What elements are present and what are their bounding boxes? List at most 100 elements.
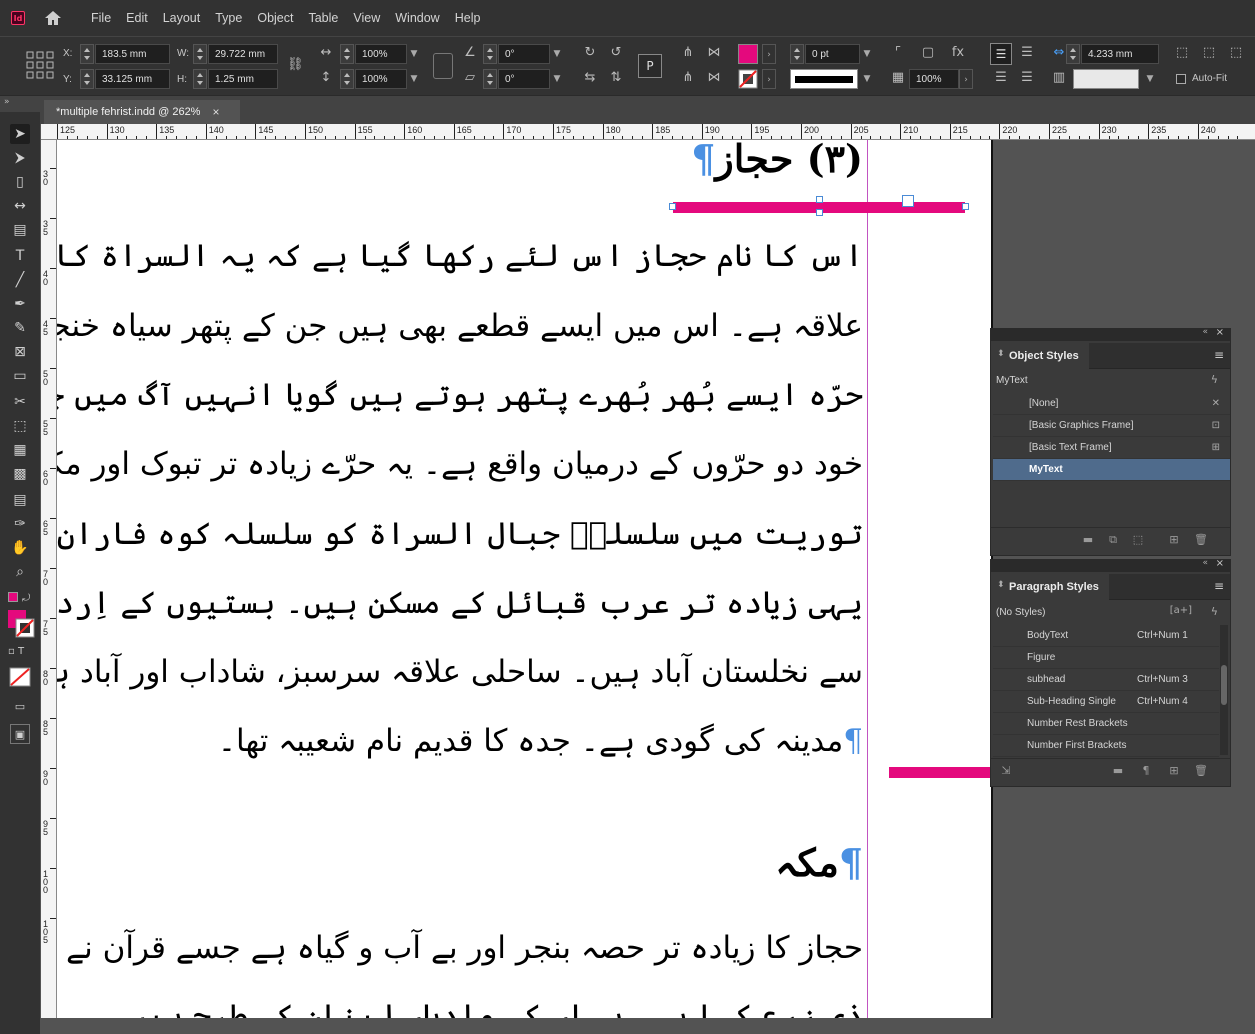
document-tab[interactable]: *multiple fehrist.indd @ 262% × <box>44 100 240 124</box>
constrain-proportions-icon[interactable]: ⛓ <box>287 57 304 73</box>
shear-stepper[interactable] <box>483 69 497 89</box>
select-content-icon[interactable]: ⋈ <box>706 45 722 61</box>
rotate-cw-icon[interactable]: ↻ <box>582 45 598 61</box>
stroke-type-field[interactable] <box>790 69 858 89</box>
line-tool-icon[interactable]: ╱ <box>10 270 30 290</box>
anchor-icon[interactable] <box>902 195 914 207</box>
paragraph-styles-tab[interactable]: Paragraph Styles <box>991 574 1109 600</box>
scale-x-field[interactable]: 100% <box>355 44 407 64</box>
lightning-icon[interactable]: ϟ <box>1211 373 1218 386</box>
load-styles-icon[interactable]: ⇲ <box>999 764 1013 778</box>
pen-tool-icon[interactable]: ✒ <box>10 294 30 314</box>
delete-style-icon[interactable]: 🗑 <box>1194 533 1208 547</box>
body-line[interactable]: ¶مدینہ کی گودی ہے۔ جدہ کا قدیم نام شعیبہ… <box>218 723 863 759</box>
panel-scrollbar[interactable] <box>1220 625 1228 755</box>
rectangle-tool-icon[interactable]: ▭ <box>10 366 30 386</box>
w-field[interactable]: 29.722 mm <box>208 44 278 64</box>
h-stepper[interactable] <box>193 69 207 89</box>
selection-handle[interactable] <box>962 203 969 210</box>
horizontal-ruler[interactable]: 125 130 135 140 145 150 155 160 165 170 175 180 185 1… <box>41 124 1255 140</box>
stroke-weight-stepper[interactable] <box>790 44 804 64</box>
menu-table[interactable]: Table <box>308 11 338 25</box>
hand-tool-icon[interactable]: ✋ <box>10 538 30 558</box>
scissors-tool-icon[interactable]: ✂ <box>10 392 30 412</box>
column-dropdown[interactable]: ▼ <box>1143 69 1157 89</box>
formatting-container-icon[interactable]: ▫ T <box>8 646 24 657</box>
screen-mode-icon[interactable]: ▣ <box>10 724 30 744</box>
body-line[interactable]: یہی زیادہ تر عرب قبائل کے مسکن ہیں۔ بستی… <box>57 585 863 621</box>
fit-frame-icon[interactable]: ⬚ <box>1174 45 1190 61</box>
default-colors-icon[interactable] <box>8 592 18 602</box>
new-style-icon[interactable]: ⊞ <box>1167 533 1181 547</box>
paragraph-style-item[interactable]: BodyText Ctrl+Num 1 <box>993 625 1219 647</box>
gutter-stepper[interactable] <box>1066 44 1080 64</box>
rectangle-frame-tool-icon[interactable]: ⊠ <box>10 342 30 362</box>
content-collector-icon[interactable]: ▤ <box>10 220 30 240</box>
opacity-dropdown[interactable]: › <box>959 69 973 89</box>
align-bottom-icon[interactable]: ☰ <box>993 70 1009 86</box>
fill-swatch[interactable] <box>738 44 758 64</box>
close-panel-icon[interactable]: × <box>1216 558 1224 569</box>
direct-selection-tool-icon[interactable]: ⮞ <box>10 148 30 168</box>
stroke-weight-field[interactable]: 0 pt <box>805 44 860 64</box>
w-stepper[interactable] <box>193 44 207 64</box>
flip-vertical-icon[interactable]: ⇅ <box>608 70 624 86</box>
object-style-item-selected[interactable]: MyText <box>993 459 1230 481</box>
body-line[interactable]: ذی زرع کہا ہے۔ یہاں کی وادیاں لبنان کی ط… <box>129 998 863 1018</box>
paragraph-style-item[interactable]: Sub-Heading Single Ctrl+Num 4 <box>993 691 1219 713</box>
paragraph-style-item[interactable]: Figure <box>993 647 1219 669</box>
swap-colors-icon[interactable]: ⤾ <box>22 593 30 604</box>
corner-options-icon[interactable]: ⌜ <box>890 45 906 61</box>
new-group-icon[interactable]: ▬ <box>1081 533 1095 547</box>
vertical-ruler[interactable]: 30 35 40 45 50 55 60 65 70 75 80 85 90 95 100 105 <box>41 140 57 1018</box>
selection-tool-icon[interactable]: ➤ <box>10 124 30 144</box>
clear-overrides-icon[interactable]: ¶ <box>1139 764 1153 778</box>
x-stepper[interactable] <box>80 44 94 64</box>
collapse-panel-icon[interactable]: « <box>1202 327 1208 337</box>
y-field[interactable]: 33.125 mm <box>95 69 170 89</box>
justify-icon[interactable]: ☰ <box>1019 70 1035 86</box>
rotate-ccw-icon[interactable]: ↺ <box>608 45 624 61</box>
panel-menu-icon[interactable]: ≡ <box>1214 579 1224 593</box>
selection-handle[interactable] <box>669 203 676 210</box>
select-container-icon[interactable]: ⋔ <box>680 45 696 61</box>
effects-icon[interactable]: fx <box>950 45 966 61</box>
new-style-icon[interactable]: ⊞ <box>1167 764 1181 778</box>
body-line[interactable]: توریت میں سلسلہٗ جبال السراۃ کو سلسلہ کو… <box>57 516 863 552</box>
new-style-indicator-icon[interactable]: [a+] <box>1170 605 1192 616</box>
scale-x-dropdown[interactable]: ▼ <box>407 44 421 64</box>
constrain-scale-icon[interactable] <box>433 53 453 79</box>
scrollbar-thumb[interactable] <box>1221 665 1227 705</box>
lightning-icon[interactable]: ϟ <box>1211 605 1218 618</box>
home-icon[interactable] <box>43 9 63 27</box>
object-style-item[interactable]: [Basic Graphics Frame] ⊡ <box>993 415 1230 437</box>
opacity-field[interactable]: 100% <box>909 69 959 89</box>
object-style-item[interactable]: [None] ✕ <box>993 393 1230 415</box>
selection-handle[interactable] <box>816 209 823 216</box>
page-tool-icon[interactable]: ▯ <box>10 172 30 192</box>
angle-stepper[interactable] <box>483 44 497 64</box>
scale-x-stepper[interactable] <box>340 44 354 64</box>
stroke-type-dropdown[interactable]: ▼ <box>860 69 874 89</box>
pencil-tool-icon[interactable]: ✎ <box>10 318 30 338</box>
x-field[interactable]: 183.5 mm <box>95 44 170 64</box>
zoom-tool-icon[interactable]: ⌕ <box>10 562 30 582</box>
heading-hijaz[interactable]: (٣) حجاز¶ <box>691 140 863 181</box>
paragraph-style-item[interactable]: Number First Brackets <box>993 735 1219 757</box>
select-previous-icon[interactable]: ⋔ <box>680 70 696 86</box>
delete-style-icon[interactable]: 🗑 <box>1194 764 1208 778</box>
flip-horizontal-icon[interactable]: ⇆ <box>582 70 598 86</box>
stroke-weight-dropdown[interactable]: ▼ <box>860 44 874 64</box>
collapse-panel-icon[interactable]: « <box>1202 558 1208 568</box>
body-line[interactable]: حجاز کا زیادہ تر حصہ بنجر اور بے آب و گی… <box>57 930 863 966</box>
y-stepper[interactable] <box>80 69 94 89</box>
align-top-icon[interactable]: ☰ <box>990 43 1012 65</box>
menu-edit[interactable]: Edit <box>126 11 148 25</box>
panel-expand-icon[interactable]: ⬍ <box>997 580 1005 590</box>
scale-y-stepper[interactable] <box>340 69 354 89</box>
paragraph-style-item[interactable]: subhead Ctrl+Num 3 <box>993 669 1219 691</box>
fill-frame-icon[interactable]: ⬚ <box>1228 45 1244 61</box>
free-transform-tool-icon[interactable]: ⬚ <box>10 416 30 436</box>
angle-dropdown[interactable]: ▼ <box>550 44 564 64</box>
body-line[interactable]: خود دو حرّوں کے درمیان واقع ہے۔ یہ حرّے … <box>57 446 863 482</box>
